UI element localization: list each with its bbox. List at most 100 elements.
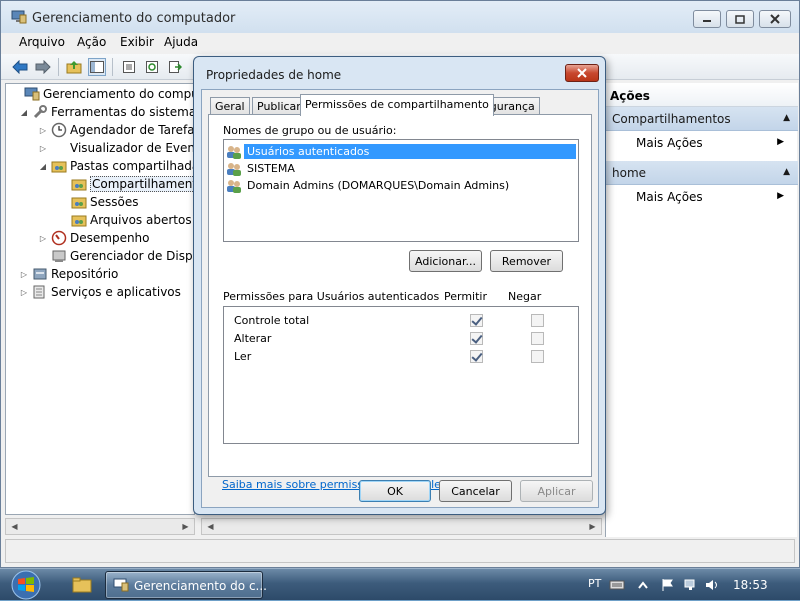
- collapse-up-icon[interactable]: ▲: [783, 113, 790, 123]
- tree-item-event-viewer[interactable]: ▷ Visualizador de Eventos: [37, 139, 194, 157]
- ok-button[interactable]: OK: [359, 480, 431, 502]
- window-titlebar[interactable]: Gerenciamento do computador: [1, 1, 799, 33]
- up-level-button[interactable]: [65, 58, 83, 76]
- actions-section-shares[interactable]: Compartilhamentos ▲: [606, 107, 798, 131]
- users-group-icon: [227, 179, 241, 193]
- permission-name: Alterar: [234, 332, 272, 345]
- collapse-chevron-icon[interactable]: ◢: [18, 108, 30, 117]
- collapse-up-icon[interactable]: ▲: [783, 167, 790, 177]
- show-hide-tree-button[interactable]: [88, 58, 106, 76]
- keyboard-icon[interactable]: [609, 578, 625, 592]
- tree-item-label: Compartilhamentos: [90, 176, 194, 192]
- language-indicator[interactable]: PT: [588, 577, 601, 590]
- tree-item-shared-folders[interactable]: ◢ Pastas compartilhadas: [37, 157, 194, 175]
- clock[interactable]: 18:53: [733, 578, 768, 592]
- tree-item-system-tools[interactable]: ◢ Ferramentas do sistema: [18, 103, 194, 121]
- forward-button[interactable]: [34, 58, 52, 76]
- tree-item-storage[interactable]: ▷ Repositório: [18, 265, 118, 283]
- tab-share-permissions[interactable]: Permissões de compartilhamento: [300, 94, 494, 116]
- cancel-button[interactable]: Cancelar: [439, 480, 512, 502]
- window-title: Gerenciamento do computador: [32, 11, 236, 26]
- tree-item-computer-management[interactable]: Gerenciamento do computado: [10, 85, 194, 103]
- menu-bar: Arquivo Ação Exibir Ajuda: [1, 33, 799, 53]
- deny-checkbox[interactable]: [531, 332, 544, 345]
- network-icon[interactable]: [683, 578, 699, 592]
- expand-chevron-icon[interactable]: ▷: [37, 126, 49, 135]
- list-item-authenticated-users[interactable]: Usuários autenticados: [226, 143, 576, 160]
- maximize-icon: [735, 14, 745, 24]
- remove-button[interactable]: Remover: [490, 250, 563, 272]
- more-actions-label: Mais Ações: [636, 136, 703, 150]
- deny-checkbox[interactable]: [531, 350, 544, 363]
- minimize-icon: [703, 20, 711, 22]
- properties-button[interactable]: [120, 58, 138, 76]
- maximize-button[interactable]: [726, 10, 754, 28]
- list-item-system[interactable]: SISTEMA: [226, 160, 298, 177]
- tree-item-performance[interactable]: ▷ Desempenho: [37, 229, 150, 247]
- more-actions-shares[interactable]: Mais Ações ▶: [636, 133, 796, 153]
- menu-ajuda[interactable]: Ajuda: [162, 35, 200, 49]
- refresh-button[interactable]: [143, 58, 161, 76]
- tree-item-task-scheduler[interactable]: ▷ Agendador de Tarefas: [37, 121, 194, 139]
- menu-exibir[interactable]: Exibir: [118, 35, 156, 49]
- storage-icon: [32, 266, 48, 282]
- tree-item-label: Gerenciador de Disposi: [70, 249, 194, 263]
- menu-acao[interactable]: Ação: [75, 35, 108, 49]
- more-actions-home[interactable]: Mais Ações ▶: [636, 187, 796, 207]
- scroll-left-icon[interactable]: ◀: [203, 519, 218, 534]
- allow-checkbox[interactable]: [470, 332, 483, 345]
- scroll-left-icon[interactable]: ◀: [7, 519, 22, 534]
- expand-chevron-icon[interactable]: ▷: [18, 270, 30, 279]
- allow-checkbox[interactable]: [470, 350, 483, 363]
- menu-arquivo[interactable]: Arquivo: [17, 35, 67, 49]
- console-tree[interactable]: Gerenciamento do computado ◢ Ferramentas…: [5, 83, 195, 515]
- action-center-flag-icon[interactable]: [660, 578, 676, 592]
- group-name: Usuários autenticados: [244, 144, 576, 159]
- taskbar: Gerenciamento do c... PT 18:53: [0, 568, 800, 600]
- tab-publicar[interactable]: Publicar: [252, 97, 306, 115]
- show-hidden-icons-icon[interactable]: [635, 578, 651, 592]
- list-item-domain-admins[interactable]: Domain Admins (DOMARQUES\Domain Admins): [226, 177, 512, 194]
- folder-up-icon: [66, 61, 82, 74]
- dialog-close-button[interactable]: [565, 64, 599, 82]
- permission-name: Ler: [234, 350, 252, 363]
- close-button[interactable]: [759, 10, 791, 28]
- tree-item-sessions[interactable]: Sessões: [57, 193, 138, 211]
- tree-item-device-manager[interactable]: Gerenciador de Disposi: [37, 247, 194, 265]
- permission-name: Controle total: [234, 314, 310, 327]
- close-icon: [770, 14, 780, 24]
- toolbar-separator: [112, 58, 113, 76]
- tree-item-shares[interactable]: Compartilhamentos: [57, 175, 194, 193]
- apply-button[interactable]: Aplicar: [520, 480, 593, 502]
- back-button[interactable]: [11, 58, 29, 76]
- group-user-list[interactable]: Usuários autenticados SISTEMA Domain Adm…: [223, 139, 579, 242]
- expand-chevron-icon[interactable]: ▷: [37, 144, 49, 153]
- tree-item-open-files[interactable]: Arquivos abertos: [57, 211, 192, 229]
- add-button[interactable]: Adicionar...: [409, 250, 482, 272]
- dialog-body: Geral Publicar Permissões de compartilha…: [201, 89, 599, 508]
- center-horizontal-scrollbar[interactable]: ◀ ▶: [201, 518, 602, 535]
- group-name: SISTEMA: [247, 162, 295, 175]
- scroll-right-icon[interactable]: ▶: [178, 519, 193, 534]
- properties-dialog: Propriedades de home Geral Publicar Perm…: [193, 56, 606, 515]
- allow-checkbox[interactable]: [470, 314, 483, 327]
- taskbar-task-computer-management[interactable]: Gerenciamento do c...: [105, 571, 267, 599]
- computer-management-icon: [24, 86, 40, 102]
- permissions-label: Permissões para Usuários autenticados: [223, 290, 440, 303]
- users-group-icon: [227, 145, 241, 159]
- collapse-chevron-icon[interactable]: ◢: [37, 162, 49, 171]
- tree-horizontal-scrollbar[interactable]: ◀ ▶: [5, 518, 195, 535]
- deny-checkbox[interactable]: [531, 314, 544, 327]
- tab-geral[interactable]: Geral: [210, 97, 250, 115]
- actions-section-home[interactable]: home ▲: [606, 161, 798, 185]
- scroll-right-icon[interactable]: ▶: [585, 519, 600, 534]
- export-list-button[interactable]: [166, 58, 184, 76]
- minimize-button[interactable]: [693, 10, 721, 28]
- taskbar-explorer-button[interactable]: [66, 572, 98, 598]
- volume-icon[interactable]: [704, 578, 720, 592]
- expand-chevron-icon[interactable]: ▷: [18, 288, 30, 297]
- actions-header: Ações: [606, 83, 798, 107]
- start-button[interactable]: [6, 569, 46, 601]
- expand-chevron-icon[interactable]: ▷: [37, 234, 49, 243]
- tree-item-services-apps[interactable]: ▷ Serviços e aplicativos: [18, 283, 181, 301]
